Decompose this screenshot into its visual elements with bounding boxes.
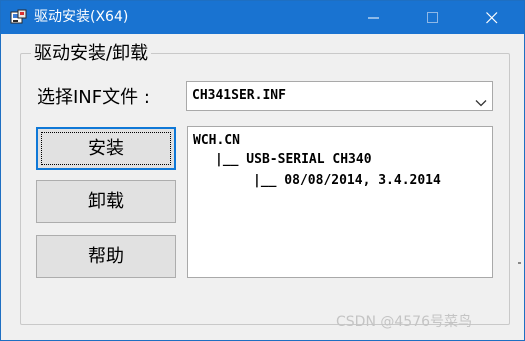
groupbox-legend: 驱动安装/卸载 — [31, 43, 152, 65]
maximize-icon — [427, 12, 438, 23]
help-button[interactable]: 帮助 — [36, 235, 176, 278]
minimize-button[interactable] — [351, 1, 397, 34]
inf-file-label: 选择INF文件 : — [37, 87, 150, 108]
close-button[interactable] — [469, 1, 515, 34]
info-vendor: WCH.CN — [193, 133, 240, 148]
chevron-down-icon[interactable] — [475, 92, 487, 111]
info-version: |__ 08/08/2014, 3.4.2014 — [253, 173, 441, 188]
installer-icon — [10, 9, 27, 26]
title-bar[interactable]: 驱动安装(X64) — [1, 1, 524, 34]
edge-mark — [518, 262, 521, 264]
driver-info-panel: WCH.CN |__ USB-SERIAL CH340 |__ 08/08/20… — [187, 126, 493, 278]
maximize-button[interactable] — [410, 1, 456, 34]
help-label: 帮助 — [88, 246, 124, 267]
install-button[interactable]: 安装 — [36, 127, 176, 170]
window-title: 驱动安装(X64) — [34, 9, 129, 25]
minimize-icon — [368, 17, 379, 19]
info-device: |__ USB-SERIAL CH340 — [215, 152, 372, 167]
focus-rectangle — [41, 132, 171, 165]
driver-install-window: 驱动安装(X64) 驱动安装/卸载 选择INF文件 : CH341SER.INF — [0, 0, 525, 341]
close-icon — [486, 12, 498, 24]
uninstall-button[interactable]: 卸载 — [36, 180, 176, 223]
watermark: CSDN @4576号菜鸟 — [336, 314, 472, 330]
uninstall-label: 卸载 — [88, 191, 124, 212]
inf-file-dropdown[interactable]: CH341SER.INF — [186, 81, 493, 111]
inf-file-value: CH341SER.INF — [192, 88, 286, 103]
